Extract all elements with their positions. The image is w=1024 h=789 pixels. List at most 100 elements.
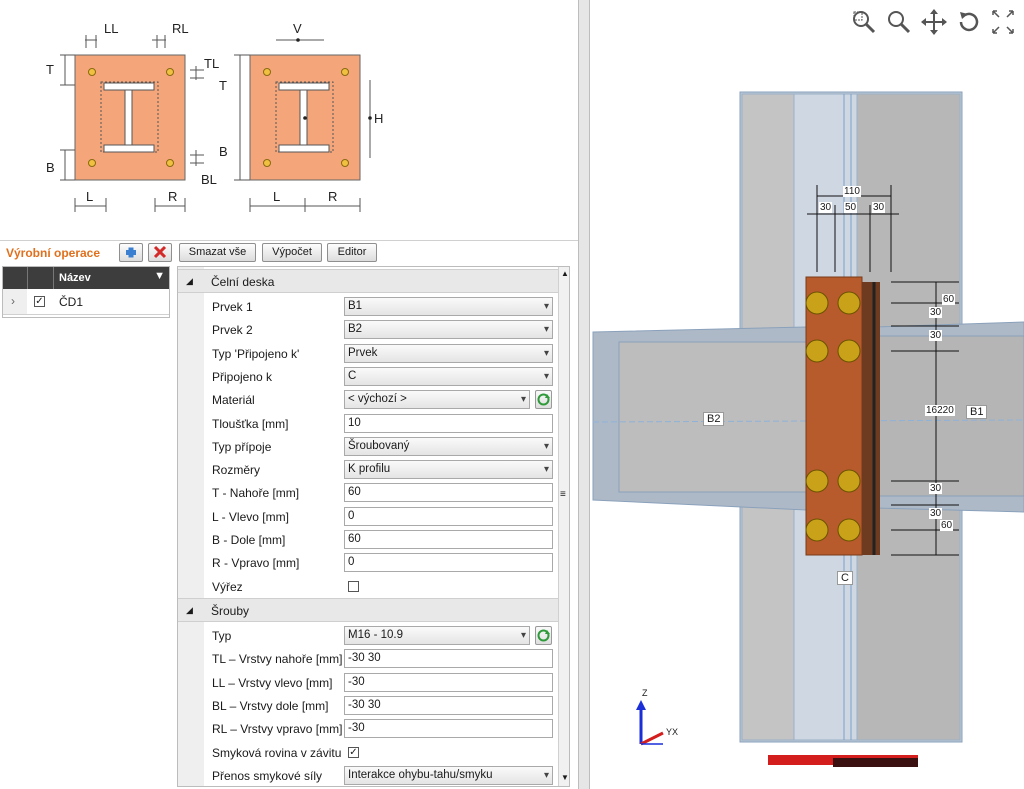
axis-yx-label: YX (666, 727, 679, 737)
pan-icon[interactable] (920, 8, 948, 39)
member-label-c[interactable]: C (837, 571, 853, 585)
property-row: Tloušťka [mm] 10 (178, 412, 558, 435)
zoom-window-icon[interactable] (850, 8, 878, 39)
property-row: Rozměry K profilu (178, 458, 558, 481)
filter-icon[interactable]: ▼ (154, 270, 165, 282)
property-row: LL – Vrstvy vlevo [mm] -30 (178, 671, 558, 694)
property-checkbox[interactable] (348, 580, 359, 592)
scroll-grip-icon[interactable]: ≡ (560, 489, 566, 500)
refresh-icon (537, 393, 550, 406)
refresh-icon (537, 629, 550, 642)
property-input[interactable]: 0 (344, 506, 553, 526)
member-label-b1[interactable]: B1 (966, 405, 988, 419)
editor-button[interactable]: Editor (327, 243, 377, 262)
property-row: Typ přípoje Šroubovaný (178, 435, 558, 458)
scroll-down-icon[interactable]: ▼ (561, 773, 569, 782)
property-label: RL – Vrstvy vpravo [mm] (212, 722, 343, 737)
property-label: Tloušťka [mm] (212, 416, 289, 431)
property-select[interactable]: Prvek (344, 343, 553, 363)
operations-toolbar: Výrobní operace Smazat vše Výpočet Edito… (0, 240, 578, 266)
delete-operation-button[interactable] (148, 243, 172, 262)
property-input[interactable]: 60 (344, 483, 553, 503)
sketch-label-rl: RL (172, 21, 189, 36)
fit-view-icon[interactable] (990, 8, 1016, 39)
dim-label: 30 (819, 202, 833, 213)
add-operation-button[interactable] (119, 243, 143, 262)
sketch-label-r2: R (328, 189, 337, 204)
property-input[interactable]: 0 (344, 553, 553, 573)
sketch-label-l: L (86, 189, 93, 204)
section-end-plate[interactable]: ◢ Čelní deska (178, 269, 558, 293)
property-label: R - Vpravo [mm] (212, 556, 300, 571)
property-select[interactable]: B2 (344, 320, 553, 340)
3d-model-drawing (592, 91, 1024, 767)
property-label: B - Dole [mm] (212, 533, 286, 547)
property-input[interactable]: -30 (344, 719, 553, 739)
property-label: LL – Vrstvy vlevo [mm] (212, 675, 333, 690)
properties-scrollbar[interactable]: ▲ ≡ ▼ (558, 267, 569, 786)
refresh-button[interactable] (535, 626, 552, 645)
property-select[interactable]: M16 - 10.9 (344, 626, 530, 645)
property-checkbox[interactable]: ✓ (348, 746, 359, 758)
property-row: Typ 'Připojeno k' Prvek (178, 342, 558, 365)
connection-sketch: LL RL T TL B BL L R V T H B L R (0, 0, 578, 241)
refresh-button[interactable] (535, 390, 552, 410)
dim-label: 16220 (925, 405, 955, 416)
collapse-icon[interactable]: ◢ (186, 605, 193, 616)
rotate-icon[interactable] (955, 8, 983, 39)
property-select[interactable]: < výchozí > (344, 390, 530, 410)
sketch-label-bl: BL (201, 172, 217, 187)
property-label: T - Nahoře [mm] (212, 486, 300, 501)
column-name-header[interactable]: Název (59, 272, 91, 284)
property-input[interactable]: 10 (344, 413, 553, 433)
property-row: Smyková rovina v závitu ✓ (178, 741, 558, 764)
dim-label: 30 (929, 307, 943, 318)
list-item[interactable]: › ✓ ČD1 (3, 289, 169, 315)
property-label: Výřez (212, 579, 243, 594)
sketch-drawing: LL RL T TL B BL L R V T H B L R (46, 21, 383, 212)
sketch-label-b2: B (219, 144, 228, 159)
property-row: TL – Vrstvy nahoře [mm] -30 30 (178, 647, 558, 670)
property-select[interactable]: Interakce ohybu-tahu/smyku (344, 765, 553, 785)
property-row: Připojeno k C (178, 365, 558, 388)
dim-label: 50 (844, 202, 858, 213)
scroll-up-icon[interactable]: ▲ (561, 269, 569, 278)
sketch-label-l2: L (273, 189, 280, 204)
sketch-label-h: H (374, 111, 383, 126)
section-title: Čelní deska (211, 275, 275, 289)
member-label-b2[interactable]: B2 (703, 412, 725, 426)
sketch-label-tl: TL (204, 56, 219, 71)
left-panel: LL RL T TL B BL L R V T H B L R Výrobní … (0, 0, 578, 789)
property-label: Připojeno k (212, 369, 273, 384)
property-row: Typ M16 - 10.9 (178, 624, 558, 647)
collapse-icon[interactable]: ◢ (186, 276, 193, 287)
property-select[interactable]: K profilu (344, 460, 553, 480)
property-select[interactable]: B1 (344, 297, 553, 316)
dim-label: 30 (929, 508, 943, 519)
section-bolts[interactable]: ◢ Šrouby (178, 598, 558, 622)
dim-label: 60 (942, 294, 956, 305)
zoom-icon[interactable] (885, 8, 913, 39)
property-input[interactable]: 60 (344, 530, 553, 549)
property-input[interactable]: -30 (344, 672, 553, 692)
row-checkbox[interactable]: ✓ (34, 296, 45, 307)
property-label: Přenos smykové síly (212, 768, 323, 783)
property-label: Smyková rovina v závitu (212, 745, 342, 760)
sketch-label-b: B (46, 160, 55, 175)
row-expand-icon[interactable]: › (11, 294, 15, 308)
property-row: T - Nahoře [mm] 60 (178, 481, 558, 504)
property-select[interactable]: Šroubovaný (344, 436, 553, 456)
property-row: Výřez (178, 575, 558, 598)
property-row: Prvek 2 B2 (178, 318, 558, 341)
property-label: Rozměry (212, 463, 261, 478)
3d-view[interactable]: 110 30 50 30 60 30 30 16220 30 30 60 B2 … (591, 0, 1024, 789)
calculation-button[interactable]: Výpočet (262, 243, 322, 262)
panel-splitter[interactable] (578, 0, 590, 789)
axis-z-label: Z (642, 688, 648, 698)
property-select[interactable]: C (344, 366, 553, 386)
property-input[interactable]: -30 30 (344, 695, 553, 715)
property-input[interactable]: -30 30 (344, 649, 553, 669)
delete-all-button[interactable]: Smazat vše (179, 243, 256, 262)
property-label: Typ (212, 629, 232, 643)
sketch-label-v: V (293, 21, 302, 36)
